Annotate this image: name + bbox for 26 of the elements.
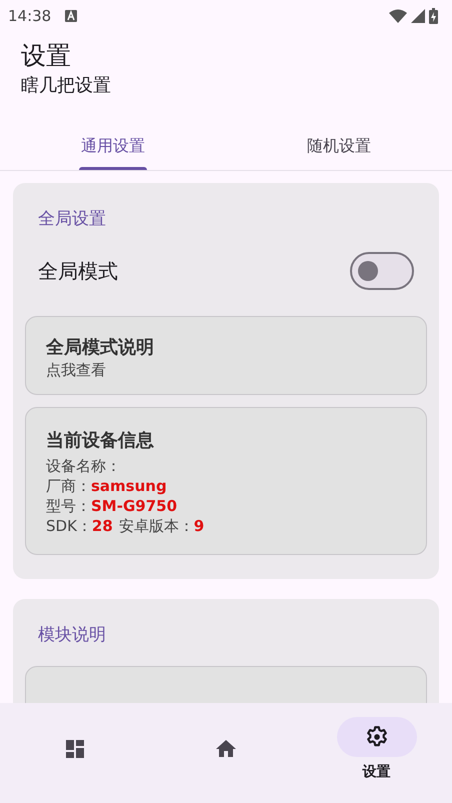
section-heading: 模块说明 — [37, 624, 107, 646]
wifi-icon — [389, 9, 407, 23]
card-title: 全局模式说明 — [46, 336, 155, 359]
section-heading: 全局设置 — [37, 208, 107, 230]
info-value: samsung — [91, 476, 167, 496]
page-title: 设置 — [21, 40, 72, 72]
info-value: SM-G9750 — [91, 496, 178, 516]
tab[interactable]: 随机设置 — [226, 122, 452, 170]
info-value: 28 — [92, 516, 113, 536]
signal-icon — [411, 9, 425, 23]
status-time: 14:38 — [8, 7, 52, 25]
card-subtitle: 点我查看 — [46, 361, 107, 380]
page-subtitle: 瞎几把设置 — [21, 74, 112, 98]
help-card[interactable]: 全局模式说明 点我查看 — [25, 316, 427, 395]
toggle-switch[interactable] — [350, 252, 414, 290]
info-label: 安卓版本： — [118, 516, 194, 536]
info-label: 设备名称： — [46, 456, 121, 476]
card-title: 当前设备信息 — [46, 429, 155, 452]
tab[interactable]: 通用设置 — [0, 122, 226, 170]
battery-icon — [429, 8, 438, 24]
info-label: 型号： — [46, 496, 91, 516]
info-value: 9 — [194, 516, 204, 536]
toggle-label: 全局模式 — [38, 258, 118, 284]
info-label: 厂商： — [46, 476, 91, 496]
notification-icon — [65, 10, 78, 22]
info-label: SDK： — [46, 516, 92, 536]
